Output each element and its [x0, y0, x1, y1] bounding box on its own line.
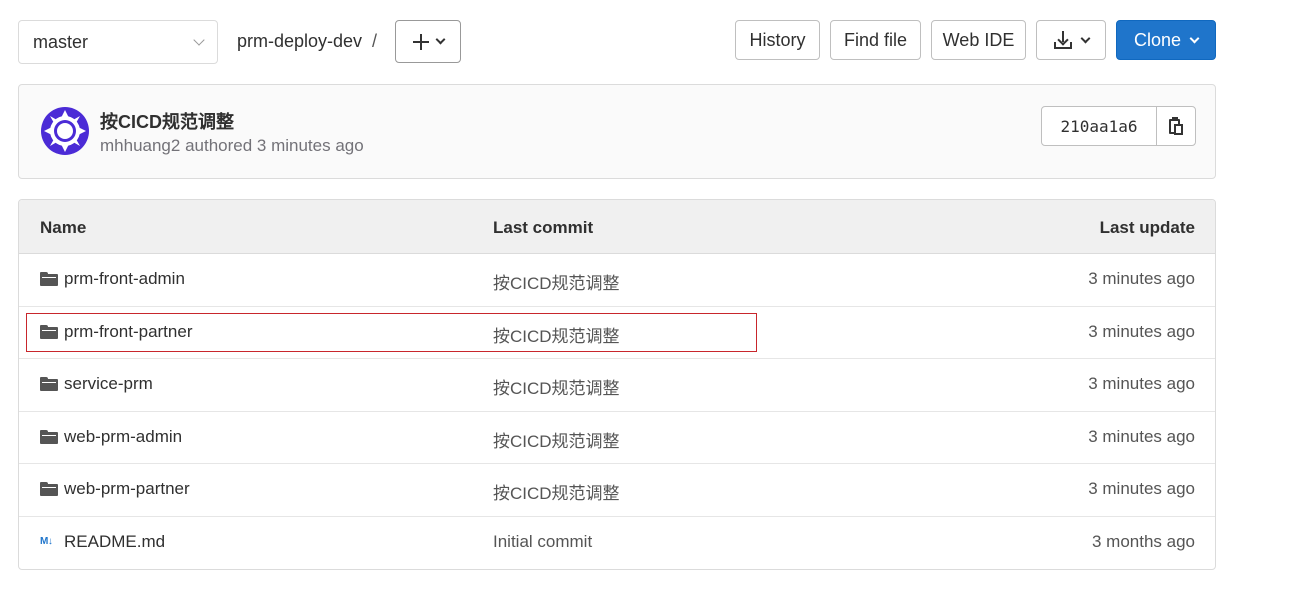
commit-sha[interactable]: 210aa1a6	[1042, 107, 1157, 145]
file-name-link[interactable]: prm-front-admin	[64, 269, 185, 289]
table-row[interactable]: web-prm-admin 按CICD规范调整 3 minutes ago	[19, 412, 1215, 464]
avatar[interactable]	[40, 106, 90, 156]
column-header-last-update: Last update	[1099, 218, 1195, 237]
file-name-link[interactable]: README.md	[64, 532, 165, 552]
last-commit-panel: 按CICD规范调整 mhhuang2 authored 3 minutes ag…	[18, 84, 1216, 179]
download-dropdown-button[interactable]	[1036, 20, 1106, 60]
folder-icon	[40, 377, 58, 391]
last-update-time: 3 minutes ago	[1088, 426, 1195, 446]
commit-meta: mhhuang2 authored 3 minutes ago	[100, 136, 364, 155]
file-name-link[interactable]: service-prm	[64, 374, 153, 394]
folder-icon	[40, 429, 58, 444]
commit-message-link[interactable]: 按CICD规范调整	[493, 479, 620, 504]
web-ide-button[interactable]: Web IDE	[931, 20, 1026, 60]
commit-message-link[interactable]: 按CICD规范调整	[493, 269, 620, 294]
add-file-dropdown-button[interactable]	[395, 20, 461, 63]
column-header-name: Name	[40, 218, 87, 237]
chevron-down-icon	[1080, 33, 1090, 43]
find-file-button[interactable]: Find file	[830, 20, 921, 60]
file-name-link[interactable]: prm-front-partner	[64, 322, 192, 342]
folder-icon	[40, 482, 58, 496]
file-tree-table: Name Last commit Last update prm-front-a…	[18, 199, 1216, 570]
last-update-time: 3 minutes ago	[1088, 479, 1195, 498]
clone-label: Clone	[1133, 29, 1182, 50]
table-row[interactable]: prm-front-partner 按CICD规范调整 3 minutes ag…	[19, 307, 1215, 359]
last-update-time: 3 minutes ago	[1088, 321, 1195, 341]
column-header-last-commit: Last commit	[493, 218, 594, 237]
commit-sha-group: 210aa1a6	[1041, 106, 1196, 146]
table-row[interactable]: service-prm 按CICD规范调整 3 minutes ago	[19, 359, 1215, 412]
last-update-time: 3 minutes ago	[1088, 269, 1195, 288]
commit-message-link[interactable]: Initial commit	[493, 532, 592, 552]
folder-icon	[40, 324, 58, 339]
branch-selector[interactable]: master	[18, 20, 218, 64]
plus-icon	[412, 33, 429, 50]
commit-title[interactable]: 按CICD规范调整	[100, 108, 234, 134]
file-name-link[interactable]: web-prm-partner	[64, 479, 190, 499]
table-row[interactable]: M↓ README.md Initial commit 3 months ago	[19, 517, 1215, 570]
copy-icon	[1169, 117, 1183, 135]
chevron-down-icon	[435, 34, 445, 45]
chevron-down-icon	[1189, 33, 1200, 43]
commit-message-link[interactable]: 按CICD规范调整	[493, 427, 620, 452]
table-row[interactable]: prm-front-admin 按CICD规范调整 3 minutes ago	[19, 254, 1215, 307]
table-header: Name Last commit Last update	[19, 200, 1215, 254]
breadcrumb-project[interactable]: prm-deploy-dev	[237, 31, 362, 52]
chevron-down-icon	[193, 34, 205, 46]
last-update-time: 3 months ago	[1091, 531, 1195, 551]
breadcrumb-separator: /	[372, 31, 378, 51]
folder-icon	[40, 272, 58, 286]
copy-sha-button[interactable]	[1157, 107, 1195, 145]
download-icon	[1053, 31, 1072, 49]
file-name-link[interactable]: web-prm-admin	[64, 427, 182, 447]
branch-name: master	[33, 31, 89, 52]
commit-message-link[interactable]: 按CICD规范调整	[493, 322, 620, 347]
clone-button[interactable]: Clone	[1116, 20, 1216, 60]
history-button[interactable]: History	[735, 20, 820, 60]
table-row[interactable]: web-prm-partner 按CICD规范调整 3 minutes ago	[19, 464, 1215, 517]
commit-message-link[interactable]: 按CICD规范调整	[493, 374, 620, 399]
last-update-time: 3 minutes ago	[1088, 374, 1195, 393]
markdown-icon: M↓	[40, 536, 53, 547]
